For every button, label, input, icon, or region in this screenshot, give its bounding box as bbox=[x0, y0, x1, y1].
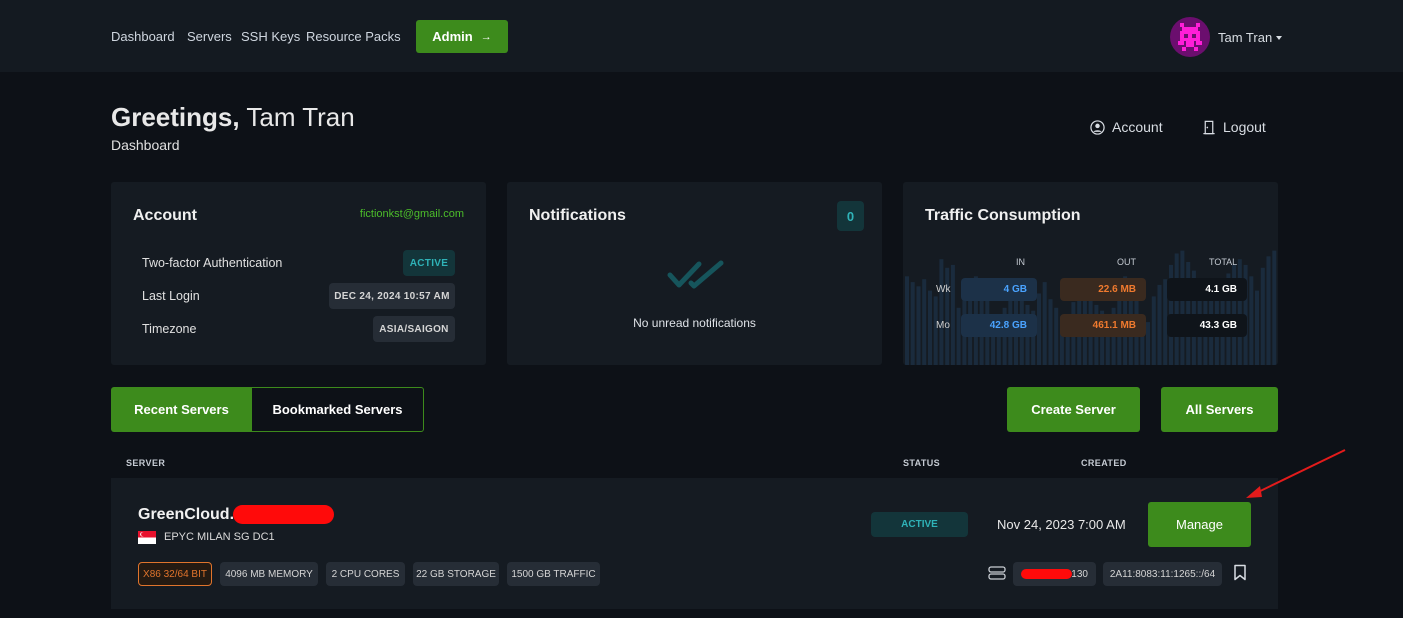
status-badge: ACTIVE bbox=[871, 512, 968, 537]
tab-recent-servers[interactable]: Recent Servers bbox=[111, 387, 252, 432]
annotation-arrow bbox=[1246, 449, 1346, 498]
server-location: EPYC MILAN SG DC1 bbox=[164, 531, 275, 543]
traffic-wk-in: 4 GB bbox=[961, 278, 1037, 301]
arrow-right-icon: → bbox=[480, 30, 492, 43]
server-name[interactable]: GreenCloud. bbox=[138, 506, 234, 524]
traffic-bar bbox=[950, 264, 955, 365]
traffic-card-title: Traffic Consumption bbox=[925, 207, 1081, 224]
column-header-status: STATUS bbox=[903, 458, 941, 468]
tab-bookmarked-servers[interactable]: Bookmarked Servers bbox=[252, 387, 424, 432]
admin-button[interactable]: Admin → bbox=[416, 20, 508, 53]
account-link-label: Account bbox=[1112, 119, 1163, 135]
traffic-row-mo-label: Mo bbox=[936, 320, 950, 331]
traffic-bar bbox=[1260, 267, 1265, 365]
admin-button-label: Admin bbox=[432, 29, 473, 44]
timezone-label: Timezone bbox=[142, 322, 197, 336]
account-card-title: Account bbox=[133, 207, 197, 224]
avatar[interactable] bbox=[1170, 17, 1210, 57]
greeting-name: Tam Tran bbox=[246, 102, 355, 132]
traffic-bar bbox=[1037, 293, 1041, 365]
redaction-mark bbox=[233, 505, 334, 524]
traffic-bar bbox=[1048, 299, 1053, 365]
server-stack-icon bbox=[988, 566, 1006, 580]
nav-ssh-keys[interactable]: SSH Keys bbox=[241, 29, 300, 44]
traffic-bar bbox=[1180, 250, 1185, 365]
traffic-bar bbox=[910, 282, 915, 365]
pixel-avatar-icon bbox=[1178, 23, 1202, 51]
caret-down-icon bbox=[1276, 35, 1283, 40]
user-name: Tam Tran bbox=[1218, 30, 1273, 45]
nav-servers[interactable]: Servers bbox=[187, 29, 232, 44]
traffic-row-wk-label: Wk bbox=[936, 284, 951, 295]
logout-link[interactable]: Logout bbox=[1202, 119, 1266, 135]
traffic-bar bbox=[939, 259, 944, 365]
traffic-col-out: OUT bbox=[1117, 257, 1136, 267]
nav-resource-packs[interactable]: Resource Packs bbox=[306, 29, 401, 44]
double-check-icon bbox=[667, 260, 724, 289]
page-title: Greetings, Tam Tran bbox=[111, 102, 355, 133]
traffic-bar bbox=[1255, 290, 1259, 365]
create-server-button[interactable]: Create Server bbox=[1007, 387, 1140, 432]
traffic-bar bbox=[1266, 256, 1271, 365]
spec-memory: 4096 MB MEMORY bbox=[220, 562, 318, 586]
traffic-bar bbox=[928, 290, 932, 365]
traffic-mo-out: 461.1 MB bbox=[1060, 314, 1146, 337]
traffic-bar bbox=[1157, 284, 1162, 365]
notifications-count-badge: 0 bbox=[837, 201, 864, 231]
traffic-bar bbox=[1174, 253, 1179, 365]
traffic-col-total: TOTAL bbox=[1209, 257, 1238, 267]
notifications-card: Notifications 0 No unread notifications bbox=[507, 182, 882, 365]
page-subtitle: Dashboard bbox=[111, 137, 180, 153]
ipv6-address[interactable]: 2A11:8083:11:1265::/64 bbox=[1103, 562, 1222, 586]
manage-button[interactable]: Manage bbox=[1148, 502, 1251, 547]
server-created-date: Nov 24, 2023 7:00 AM bbox=[997, 517, 1126, 532]
traffic-bar bbox=[1042, 282, 1047, 365]
traffic-bar bbox=[956, 307, 961, 365]
bookmark-icon[interactable] bbox=[1233, 564, 1247, 581]
spec-cpu: 2 CPU CORES bbox=[326, 562, 405, 586]
traffic-mo-total: 43.3 GB bbox=[1167, 314, 1247, 337]
traffic-bar bbox=[905, 276, 909, 365]
spec-traffic: 1500 GB TRAFFIC bbox=[507, 562, 600, 586]
user-circle-icon bbox=[1090, 119, 1105, 135]
spec-arch: X86 32/64 BIT bbox=[138, 562, 212, 586]
singapore-flag-icon bbox=[138, 531, 156, 544]
top-navbar: Dashboard Servers SSH Keys Resource Pack… bbox=[0, 0, 1403, 72]
traffic-card: Traffic Consumption IN OUT TOTAL Wk 4 GB… bbox=[903, 182, 1278, 365]
last-login-value: DEC 24, 2024 10:57 AM bbox=[329, 283, 455, 309]
column-header-server: SERVER bbox=[126, 458, 166, 468]
traffic-bar bbox=[945, 267, 950, 365]
traffic-bar bbox=[1237, 259, 1242, 365]
all-servers-button[interactable]: All Servers bbox=[1161, 387, 1278, 432]
traffic-bar bbox=[1151, 296, 1156, 365]
last-login-label: Last Login bbox=[142, 289, 200, 303]
account-email: fictionkst@gmail.com bbox=[359, 208, 464, 220]
no-notifications-text: No unread notifications bbox=[633, 316, 756, 330]
traffic-bar bbox=[916, 286, 921, 365]
traffic-bar bbox=[1054, 307, 1059, 365]
notifications-card-title: Notifications bbox=[529, 207, 626, 224]
user-menu[interactable]: Tam Tran bbox=[1218, 30, 1283, 45]
column-header-created: CREATED bbox=[1081, 458, 1127, 468]
greeting-bold: Greetings, bbox=[111, 102, 240, 132]
table-row[interactable] bbox=[111, 478, 1278, 609]
spec-storage: 22 GB STORAGE bbox=[413, 562, 499, 586]
traffic-bar bbox=[1146, 322, 1150, 365]
traffic-wk-total: 4.1 GB bbox=[1167, 278, 1247, 301]
traffic-bar bbox=[1272, 250, 1277, 365]
nav-dashboard[interactable]: Dashboard bbox=[111, 29, 175, 44]
account-card: Account fictionkst@gmail.com Two-factor … bbox=[111, 182, 486, 365]
two-factor-label: Two-factor Authentication bbox=[142, 256, 283, 270]
logout-link-label: Logout bbox=[1223, 119, 1266, 135]
redaction-mark bbox=[1021, 569, 1072, 579]
account-link[interactable]: Account bbox=[1090, 119, 1163, 135]
traffic-bar bbox=[1249, 276, 1254, 365]
traffic-bar bbox=[922, 279, 927, 365]
traffic-col-in: IN bbox=[1016, 257, 1025, 267]
traffic-wk-out: 22.6 MB bbox=[1060, 278, 1146, 301]
traffic-mo-in: 42.8 GB bbox=[961, 314, 1037, 337]
two-factor-badge: ACTIVE bbox=[403, 250, 455, 276]
timezone-value: ASIA/SAIGON bbox=[373, 316, 455, 342]
logout-door-icon bbox=[1203, 120, 1215, 134]
